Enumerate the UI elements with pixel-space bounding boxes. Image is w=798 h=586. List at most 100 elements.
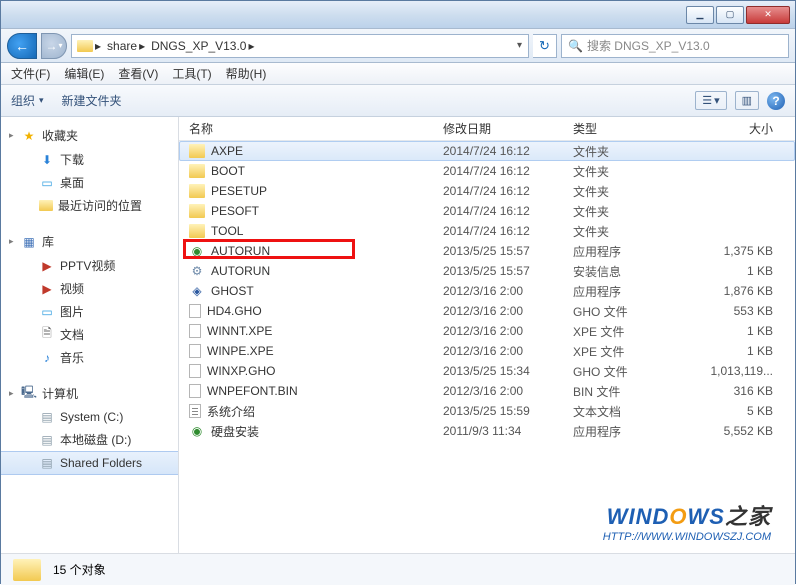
column-type[interactable]: 类型 — [573, 120, 687, 137]
file-size: 5 KB — [687, 404, 787, 418]
file-type: XPE 文件 — [573, 323, 687, 340]
file-row[interactable]: PESOFT2014/7/24 16:12文件夹 — [179, 201, 795, 221]
computer-icon: 🖳 — [21, 386, 37, 402]
file-type: 应用程序 — [573, 243, 687, 260]
file-row[interactable]: ◉AUTORUN2013/5/25 15:57应用程序1,375 KB — [179, 241, 795, 261]
file-date: 2014/7/24 16:12 — [443, 184, 573, 198]
menu-tools[interactable]: 工具(T) — [166, 63, 217, 84]
preview-pane-button[interactable]: ▥ — [735, 91, 759, 110]
file-size: 1 KB — [687, 264, 787, 278]
picture-icon: ▭ — [39, 304, 55, 320]
sidebar-item-pptv[interactable]: ▶PPTV视频 — [1, 254, 178, 277]
file-icon — [189, 304, 201, 318]
file-name: WINNT.XPE — [207, 324, 272, 338]
file-row[interactable]: WNPEFONT.BIN2012/3/16 2:00BIN 文件316 KB — [179, 381, 795, 401]
view-mode-button[interactable]: ☰ ▾ — [695, 91, 726, 110]
file-name: BOOT — [211, 164, 245, 178]
file-row[interactable]: AXPE2014/7/24 16:12文件夹 — [179, 141, 795, 161]
file-type: 文件夹 — [573, 163, 687, 180]
explorer-window: ▁ ▢ ✕ ← →▾ ▸ share ▸ DNGS_XP_V13.0 ▸ ▾ ↻… — [0, 0, 796, 584]
menu-view[interactable]: 查看(V) — [112, 63, 164, 84]
sidebar-item-music[interactable]: ♪音乐 — [1, 346, 178, 369]
address-bar[interactable]: ▸ share ▸ DNGS_XP_V13.0 ▸ ▾ — [71, 34, 529, 58]
download-icon: ⬇ — [39, 152, 55, 168]
file-size: 1,876 KB — [687, 284, 787, 298]
file-size: 1,375 KB — [687, 244, 787, 258]
file-row[interactable]: WINXP.GHO2013/5/25 15:34GHO 文件1,013,119.… — [179, 361, 795, 381]
file-type: 文件夹 — [573, 183, 687, 200]
sidebar-item-desktop[interactable]: ▭桌面 — [1, 171, 178, 194]
close-button[interactable]: ✕ — [746, 6, 790, 24]
search-input[interactable]: 🔍 搜索 DNGS_XP_V13.0 — [561, 34, 789, 58]
sidebar-item-documents[interactable]: 🗎文档 — [1, 323, 178, 346]
file-type: 应用程序 — [573, 423, 687, 440]
help-button[interactable]: ? — [767, 92, 785, 110]
file-size: 1 KB — [687, 324, 787, 338]
statusbar: 15 个对象 — [1, 553, 795, 585]
file-row[interactable]: HD4.GHO2012/3/16 2:00GHO 文件553 KB — [179, 301, 795, 321]
address-dropdown-icon[interactable]: ▾ — [513, 40, 526, 51]
file-icon — [189, 364, 201, 378]
organize-button[interactable]: 组织 ▾ — [11, 92, 44, 109]
drive-icon: ▤ — [39, 455, 55, 471]
sidebar-favorites-header[interactable]: ★收藏夹 — [1, 123, 178, 148]
file-date: 2012/3/16 2:00 — [443, 344, 573, 358]
sidebar-item-drive-d[interactable]: ▤本地磁盘 (D:) — [1, 428, 178, 451]
menu-help[interactable]: 帮助(H) — [220, 63, 273, 84]
file-row[interactable]: ◈GHOST2012/3/16 2:00应用程序1,876 KB — [179, 281, 795, 301]
file-size: 1 KB — [687, 344, 787, 358]
file-date: 2012/3/16 2:00 — [443, 324, 573, 338]
file-date: 2014/7/24 16:12 — [443, 164, 573, 178]
folder-icon — [189, 184, 205, 198]
sidebar-item-recent[interactable]: 最近访问的位置 — [1, 194, 178, 217]
content-area: ★收藏夹 ⬇下载 ▭桌面 最近访问的位置 ▦库 ▶PPTV视频 ▶视频 ▭图片 … — [1, 117, 795, 553]
file-row[interactable]: 系统介绍2013/5/25 15:59文本文档5 KB — [179, 401, 795, 421]
sidebar-libraries-header[interactable]: ▦库 — [1, 229, 178, 254]
breadcrumb-root[interactable]: ▸ — [74, 39, 104, 53]
file-name: WINPE.XPE — [207, 344, 274, 358]
file-row[interactable]: TOOL2014/7/24 16:12文件夹 — [179, 221, 795, 241]
menu-edit[interactable]: 编辑(E) — [58, 63, 110, 84]
file-name: PESETUP — [211, 184, 267, 198]
sidebar-item-videos[interactable]: ▶视频 — [1, 277, 178, 300]
file-row[interactable]: ◉硬盘安装2011/9/3 11:34应用程序5,552 KB — [179, 421, 795, 441]
toolbar: 组织 ▾ 新建文件夹 ☰ ▾ ▥ ? — [1, 85, 795, 117]
minimize-button[interactable]: ▁ — [686, 6, 714, 24]
file-row[interactable]: PESETUP 2014/7/24 16:12文件夹 — [179, 181, 795, 201]
file-name: 硬盘安装 — [211, 423, 259, 440]
breadcrumb-item[interactable]: DNGS_XP_V13.0 ▸ — [148, 39, 257, 53]
nav-back-button[interactable]: ← — [7, 33, 37, 59]
file-row[interactable]: BOOT 2014/7/24 16:12文件夹 — [179, 161, 795, 181]
sidebar-item-downloads[interactable]: ⬇下载 — [1, 148, 178, 171]
file-name: GHOST — [211, 284, 254, 298]
column-date[interactable]: 修改日期 — [443, 120, 573, 137]
drive-icon: ▤ — [39, 409, 55, 425]
file-rows[interactable]: AXPE2014/7/24 16:12文件夹 BOOT 2014/7/24 16:1… — [179, 141, 795, 553]
nav-forward-button[interactable]: →▾ — [41, 33, 67, 59]
file-type: GHO 文件 — [573, 303, 687, 320]
refresh-button[interactable]: ↻ — [533, 34, 557, 58]
sidebar-item-drive-c[interactable]: ▤System (C:) — [1, 406, 178, 428]
sidebar-item-shared-folders[interactable]: ▤Shared Folders — [1, 451, 178, 475]
new-folder-button[interactable]: 新建文件夹 — [62, 92, 122, 109]
file-size: 316 KB — [687, 384, 787, 398]
column-size[interactable]: 大小 — [687, 120, 787, 137]
breadcrumb-item[interactable]: share ▸ — [104, 39, 148, 53]
file-row[interactable]: WINPE.XPE2012/3/16 2:00XPE 文件1 KB — [179, 341, 795, 361]
maximize-button[interactable]: ▢ — [716, 6, 744, 24]
sidebar-item-pictures[interactable]: ▭图片 — [1, 300, 178, 323]
menu-file[interactable]: 文件(F) — [5, 63, 56, 84]
folder-icon — [189, 224, 205, 238]
file-type: 安装信息 — [573, 263, 687, 280]
sidebar[interactable]: ★收藏夹 ⬇下载 ▭桌面 最近访问的位置 ▦库 ▶PPTV视频 ▶视频 ▭图片 … — [1, 117, 179, 553]
library-icon: ▦ — [21, 234, 37, 250]
column-name[interactable]: 名称 — [189, 120, 443, 137]
file-row[interactable]: ⚙AUTORUN2013/5/25 15:57安装信息1 KB — [179, 261, 795, 281]
file-date: 2014/7/24 16:12 — [443, 204, 573, 218]
titlebar: ▁ ▢ ✕ — [1, 1, 795, 29]
sidebar-computer-header[interactable]: 🖳计算机 — [1, 381, 178, 406]
file-name: 系统介绍 — [207, 403, 255, 420]
desktop-icon: ▭ — [39, 175, 55, 191]
file-row[interactable]: WINNT.XPE 2012/3/16 2:00XPE 文件1 KB — [179, 321, 795, 341]
music-icon: ♪ — [39, 350, 55, 366]
